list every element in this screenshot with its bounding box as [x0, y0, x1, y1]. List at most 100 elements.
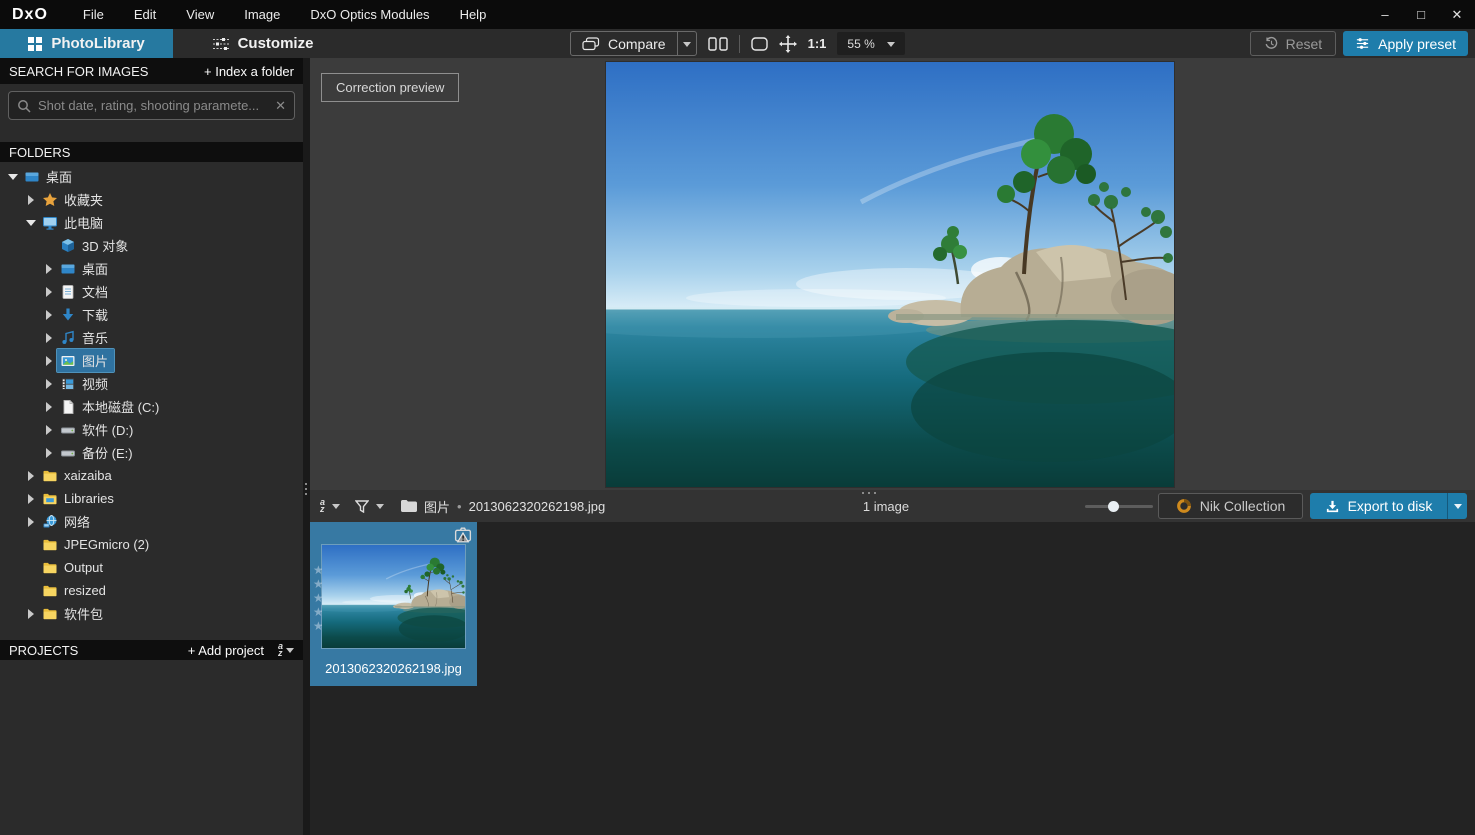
expander-icon[interactable]: [42, 446, 55, 459]
tree-item[interactable]: 桌面: [0, 165, 303, 188]
expander-icon[interactable]: [42, 400, 55, 413]
nik-collection-button[interactable]: Nik Collection: [1158, 493, 1303, 519]
compare-button[interactable]: Compare: [571, 32, 677, 55]
nik-collection-label: Nik Collection: [1200, 498, 1286, 514]
tree-item[interactable]: 收藏夹: [0, 188, 303, 211]
zoom-level-select[interactable]: 55 %: [837, 32, 904, 55]
close-button[interactable]: ✕: [1439, 0, 1475, 29]
add-project-button[interactable]: + Add project: [188, 643, 264, 658]
split-view-icon[interactable]: [708, 37, 728, 51]
expander-icon[interactable]: [24, 515, 37, 528]
tree-item[interactable]: 软件包: [0, 602, 303, 625]
tree-item-label-wrap[interactable]: 文档: [57, 280, 114, 303]
tree-item[interactable]: 备份 (E:): [0, 441, 303, 464]
tree-item[interactable]: 3D 对象: [0, 234, 303, 257]
menu-item[interactable]: Help: [445, 0, 502, 29]
tree-item[interactable]: Libraries: [0, 487, 303, 510]
expander-icon[interactable]: [42, 285, 55, 298]
expander-icon[interactable]: [24, 607, 37, 620]
tree-item[interactable]: JPEGmicro (2): [0, 533, 303, 556]
export-to-disk-button[interactable]: Export to disk: [1310, 493, 1447, 519]
splitter-grip-icon: [305, 483, 307, 495]
tree-item-label-wrap[interactable]: 收藏夹: [39, 188, 109, 211]
preview-image[interactable]: [606, 62, 1174, 487]
export-dropdown-arrow[interactable]: [1447, 493, 1467, 519]
expander-icon[interactable]: [24, 492, 37, 505]
sort-az-icon[interactable]: az: [278, 643, 283, 657]
tree-item-label-wrap[interactable]: 备份 (E:): [57, 441, 139, 464]
tree-item[interactable]: 软件 (D:): [0, 418, 303, 441]
tree-item[interactable]: 此电脑: [0, 211, 303, 234]
index-folder-button[interactable]: + Index a folder: [204, 64, 294, 79]
folder-icon: [42, 537, 59, 553]
thumbnail-size-slider[interactable]: [1085, 505, 1153, 508]
pan-tool-icon[interactable]: [779, 35, 797, 53]
menu-item[interactable]: View: [171, 0, 229, 29]
reset-button[interactable]: Reset: [1250, 31, 1337, 56]
expander-icon[interactable]: [24, 469, 37, 482]
tree-item[interactable]: 图片: [0, 349, 303, 372]
tree-item-label-wrap[interactable]: 视频: [57, 372, 114, 395]
menu-item[interactable]: DxO Optics Modules: [295, 0, 444, 29]
tree-item-label-wrap[interactable]: 本地磁盘 (C:): [57, 395, 165, 418]
minimize-button[interactable]: –: [1367, 0, 1403, 29]
tree-item-label-wrap[interactable]: 图片: [57, 349, 114, 372]
tab-photolibrary[interactable]: PhotoLibrary: [0, 29, 173, 58]
menu-item[interactable]: Edit: [119, 0, 171, 29]
tree-item-label-wrap[interactable]: 此电脑: [39, 211, 109, 234]
menu-item[interactable]: File: [68, 0, 119, 29]
filter-funnel-icon[interactable]: [355, 500, 369, 513]
current-folder-label[interactable]: 图片: [424, 497, 450, 516]
expander-icon[interactable]: [24, 216, 37, 229]
vertical-splitter[interactable]: [303, 58, 310, 835]
tree-item[interactable]: xaizaiba: [0, 464, 303, 487]
expander-icon[interactable]: [42, 308, 55, 321]
tree-item-label-wrap[interactable]: 桌面: [21, 165, 78, 188]
tab-customize[interactable]: Customize: [173, 29, 353, 58]
tree-item-label: resized: [64, 583, 106, 598]
tree-item-label-wrap[interactable]: 软件 (D:): [57, 418, 139, 441]
zoom-1to1-button[interactable]: 1:1: [808, 36, 827, 51]
tree-item[interactable]: Output: [0, 556, 303, 579]
tree-item-label-wrap[interactable]: 下载: [57, 303, 114, 326]
slider-knob[interactable]: [1108, 501, 1119, 512]
tree-item[interactable]: 本地磁盘 (C:): [0, 395, 303, 418]
sort-az-icon[interactable]: az: [320, 499, 325, 513]
expander-icon[interactable]: [6, 170, 19, 183]
expander-icon[interactable]: [42, 354, 55, 367]
expander-icon[interactable]: [42, 423, 55, 436]
expander-icon[interactable]: [42, 377, 55, 390]
tree-item[interactable]: 网络: [0, 510, 303, 533]
tree-item-label-wrap[interactable]: 软件包: [39, 602, 109, 625]
menu-item[interactable]: Image: [229, 0, 295, 29]
tree-item[interactable]: 下载: [0, 303, 303, 326]
expander-icon[interactable]: [24, 193, 37, 206]
thumbnail-cell[interactable]: ★★★★★ 2013062320262198.jpg: [310, 522, 477, 686]
tree-item[interactable]: resized: [0, 579, 303, 602]
tree-item-label-wrap[interactable]: 音乐: [57, 326, 114, 349]
expander-icon[interactable]: [42, 331, 55, 344]
tree-item-label: 文档: [82, 282, 108, 301]
search-box[interactable]: ✕: [8, 91, 295, 120]
dxo-logo: DxO: [12, 6, 48, 24]
tree-item[interactable]: 文档: [0, 280, 303, 303]
tree-item[interactable]: 视频: [0, 372, 303, 395]
search-input[interactable]: [38, 98, 268, 113]
apply-preset-button[interactable]: Apply preset: [1343, 31, 1468, 56]
tree-item-label-wrap[interactable]: xaizaiba: [39, 466, 118, 486]
tree-item-label-wrap[interactable]: resized: [39, 581, 112, 601]
tree-item-label-wrap[interactable]: 网络: [39, 510, 96, 533]
tree-item[interactable]: 音乐: [0, 326, 303, 349]
tree-item-label-wrap[interactable]: Output: [39, 558, 109, 578]
tree-item[interactable]: 桌面: [0, 257, 303, 280]
clear-search-icon[interactable]: ✕: [275, 98, 286, 114]
tree-item-label-wrap[interactable]: 桌面: [57, 257, 114, 280]
tree-item-label-wrap[interactable]: Libraries: [39, 489, 120, 509]
compare-dropdown-arrow[interactable]: [677, 32, 696, 55]
thumbnail-image[interactable]: [322, 545, 465, 648]
tree-item-label-wrap[interactable]: 3D 对象: [57, 234, 134, 257]
fit-screen-icon[interactable]: [751, 37, 768, 51]
expander-icon[interactable]: [42, 262, 55, 275]
tree-item-label-wrap[interactable]: JPEGmicro (2): [39, 535, 155, 555]
maximize-button[interactable]: □: [1403, 0, 1439, 29]
